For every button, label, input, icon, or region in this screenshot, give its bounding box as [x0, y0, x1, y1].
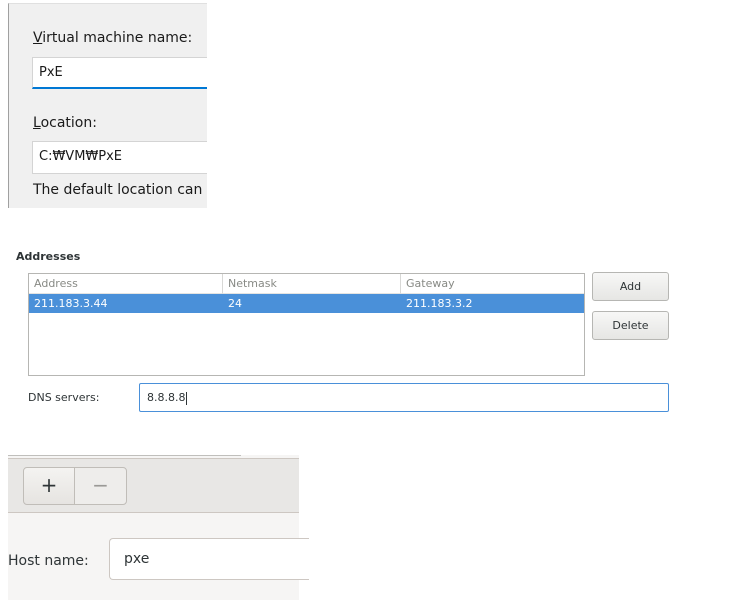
- column-header-address[interactable]: Address: [29, 274, 223, 294]
- addresses-table[interactable]: Address Netmask Gateway 211.183.3.44 24 …: [28, 273, 585, 376]
- vm-name-label: Virtual machine name:: [33, 30, 192, 46]
- vm-location-label-text: ocation:: [40, 115, 97, 131]
- vm-name-value: PxE: [39, 65, 63, 80]
- remove-item-button[interactable]: −: [74, 467, 127, 505]
- dns-servers-input[interactable]: 8.8.8.8: [139, 383, 669, 412]
- delete-button[interactable]: Delete: [592, 311, 669, 340]
- dns-servers-label: DNS servers:: [28, 391, 100, 404]
- cell-gateway: 211.183.3.2: [406, 297, 473, 310]
- vm-name-input[interactable]: PxE: [32, 57, 207, 89]
- addresses-title: Addresses: [16, 250, 81, 263]
- host-name-input[interactable]: pxe: [109, 538, 309, 580]
- add-item-button[interactable]: +: [23, 467, 75, 505]
- vm-location-value: C:₩VM₩PxE: [39, 149, 123, 164]
- text-caret: [186, 391, 188, 405]
- column-header-gateway[interactable]: Gateway: [401, 274, 584, 294]
- vm-location-input[interactable]: C:₩VM₩PxE: [32, 141, 207, 174]
- add-button[interactable]: Add: [592, 272, 669, 301]
- vm-name-accesskey: V: [33, 30, 43, 46]
- dns-servers-value: 8.8.8.8: [147, 391, 186, 404]
- cell-netmask: 24: [228, 297, 242, 310]
- host-name-label: Host name:: [8, 553, 89, 569]
- vm-settings-panel: Virtual machine name: PxE Location: C:₩V…: [8, 3, 207, 208]
- minus-icon: −: [92, 473, 109, 497]
- list-toolbar: + −: [8, 458, 299, 513]
- vm-location-label: Location:: [33, 115, 97, 131]
- host-name-value: pxe: [124, 551, 150, 567]
- column-header-netmask[interactable]: Netmask: [223, 274, 401, 294]
- vm-location-accesskey: L: [33, 115, 41, 131]
- table-row[interactable]: 211.183.3.44 24 211.183.3.2: [29, 294, 584, 313]
- plus-icon: +: [40, 473, 58, 497]
- cell-address: 211.183.3.44: [34, 297, 108, 310]
- default-location-text: The default location can: [33, 182, 203, 198]
- vm-name-label-text: irtual machine name:: [42, 30, 193, 46]
- host-settings-panel: + − Host name: pxe: [8, 455, 309, 600]
